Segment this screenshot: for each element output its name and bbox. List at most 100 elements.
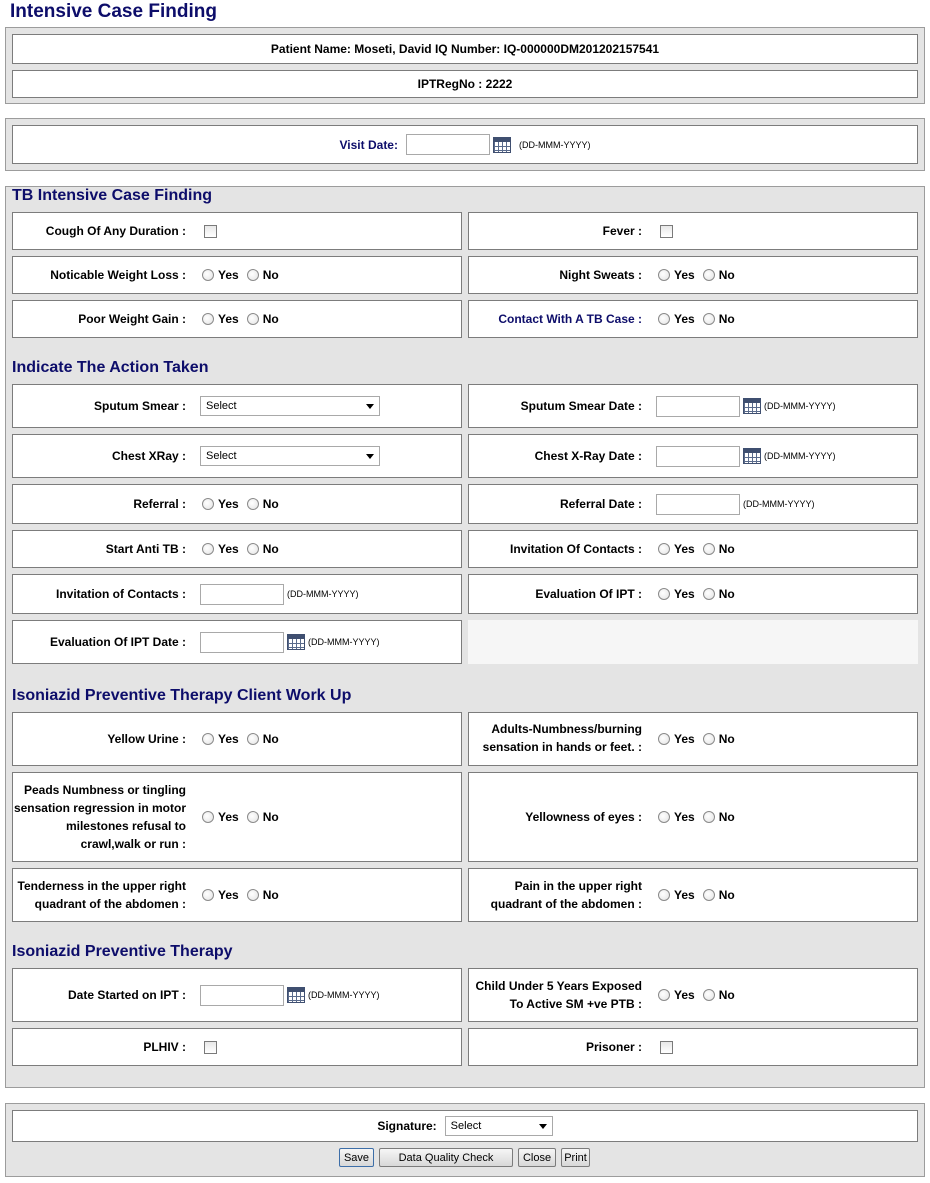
yellow-urine-yes-radio[interactable] xyxy=(202,733,214,745)
invitation-date-label: Invitation of Contacts : xyxy=(56,587,186,601)
plhiv-label: PLHIV : xyxy=(143,1040,186,1054)
anti-tb-no-radio[interactable] xyxy=(246,543,259,555)
tenderness-yes-radio[interactable] xyxy=(202,889,214,901)
night-sweats-yes-radio[interactable] xyxy=(658,269,670,281)
yes-label: Yes xyxy=(674,810,695,824)
cough-row: Cough Of Any Duration : xyxy=(12,212,462,250)
contact-yes-radio[interactable] xyxy=(658,313,670,325)
visit-date-input[interactable] xyxy=(405,134,490,155)
close-button[interactable]: Close xyxy=(518,1148,556,1167)
weight-loss-no-radio[interactable] xyxy=(246,269,259,281)
eval-ipt-no-radio[interactable] xyxy=(702,588,715,600)
page-title: Intensive Case Finding xyxy=(10,1,217,22)
child-exposed-label-line1: Child Under 5 Years Exposed xyxy=(475,979,642,993)
referral-date-input[interactable] xyxy=(656,493,740,515)
night-sweats-no-radio[interactable] xyxy=(702,269,715,281)
plhiv-row: PLHIV : xyxy=(12,1028,462,1066)
tenderness-no-radio[interactable] xyxy=(246,889,259,901)
no-label: No xyxy=(262,888,279,902)
contact-no-radio[interactable] xyxy=(702,313,715,325)
fever-checkbox[interactable] xyxy=(660,224,673,238)
poor-gain-no-radio[interactable] xyxy=(246,313,259,325)
data-quality-check-button[interactable]: Data Quality Check xyxy=(379,1148,513,1167)
calendar-icon[interactable] xyxy=(287,987,305,1003)
contact-row: Contact With A TB Case : Yes No xyxy=(468,300,918,338)
pain-no-radio[interactable] xyxy=(702,889,715,901)
peads-label-line1: Peads Numbness or tingling xyxy=(23,783,186,797)
no-label: No xyxy=(262,542,279,556)
xray-select[interactable]: Select xyxy=(200,446,380,466)
calendar-icon[interactable] xyxy=(743,448,761,464)
weight-loss-yes-radio[interactable] xyxy=(202,269,214,281)
adults-numbness-yes-radio[interactable] xyxy=(658,733,670,745)
child-exposed-yes-radio[interactable] xyxy=(658,989,670,1001)
cough-checkbox[interactable] xyxy=(204,224,217,238)
xray-date-input[interactable] xyxy=(656,445,740,467)
no-label: No xyxy=(718,587,735,601)
referral-row: Referral : Yes No xyxy=(12,484,462,524)
signature-select[interactable]: Select xyxy=(444,1116,553,1136)
date-format-hint: (DD-MMM-YYYY) xyxy=(287,589,359,599)
yellow-eyes-yes-radio[interactable] xyxy=(658,811,670,823)
yellow-urine-row: Yellow Urine : Yes No xyxy=(12,712,462,766)
no-label: No xyxy=(718,312,735,326)
peads-label-line2: sensation regression in motor xyxy=(13,801,186,815)
yellow-urine-label: Yellow Urine : xyxy=(107,732,186,746)
date-format-hint: (DD-MMM-YYYY) xyxy=(308,990,380,1000)
pain-yes-radio[interactable] xyxy=(658,889,670,901)
peads-yes-radio[interactable] xyxy=(202,811,214,823)
invitation-no-radio[interactable] xyxy=(702,543,715,555)
fever-row: Fever : xyxy=(468,212,918,250)
no-label: No xyxy=(718,268,735,282)
no-label: No xyxy=(262,810,279,824)
no-label: No xyxy=(718,542,735,556)
pain-row: Pain in the upper right quadrant of the … xyxy=(468,868,918,922)
chevron-down-icon xyxy=(366,403,374,409)
child-exposed-label-line2: To Active SM +ve PTB : xyxy=(509,997,642,1011)
invitation-row: Invitation Of Contacts : Yes No xyxy=(468,530,918,568)
signature-select-value: Select xyxy=(450,1120,482,1132)
invitation-date-input[interactable] xyxy=(200,583,284,605)
calendar-icon[interactable] xyxy=(492,136,511,153)
eval-ipt-date-input[interactable] xyxy=(200,631,284,653)
sputum-date-input[interactable] xyxy=(656,395,740,417)
yes-label: Yes xyxy=(674,312,695,326)
referral-no-radio[interactable] xyxy=(246,498,259,510)
no-label: No xyxy=(718,988,735,1002)
anti-tb-yes-radio[interactable] xyxy=(202,543,214,555)
weight-loss-row: Noticable Weight Loss : Yes No xyxy=(12,256,462,294)
poor-gain-yes-radio[interactable] xyxy=(202,313,214,325)
calendar-icon[interactable] xyxy=(287,634,305,650)
sputum-select-value: Select xyxy=(206,400,237,412)
adults-numbness-no-radio[interactable] xyxy=(702,733,715,745)
plhiv-checkbox[interactable] xyxy=(204,1040,217,1054)
yellow-urine-no-radio[interactable] xyxy=(246,733,259,745)
eval-ipt-yes-radio[interactable] xyxy=(658,588,670,600)
invitation-yes-radio[interactable] xyxy=(658,543,670,555)
no-label: No xyxy=(262,732,279,746)
sputum-row: Sputum Smear : Select xyxy=(12,384,462,428)
prisoner-checkbox[interactable] xyxy=(660,1040,673,1054)
yellow-eyes-no-radio[interactable] xyxy=(702,811,715,823)
invitation-date-row: Invitation of Contacts : (DD-MMM-YYYY) xyxy=(12,574,462,614)
anti-tb-row: Start Anti TB : Yes No xyxy=(12,530,462,568)
save-button[interactable]: Save xyxy=(339,1148,374,1167)
no-label: No xyxy=(262,268,279,282)
child-exposed-no-radio[interactable] xyxy=(702,989,715,1001)
date-format-hint: (DD-MMM-YYYY) xyxy=(743,499,815,509)
date-started-input[interactable] xyxy=(200,984,284,1006)
adults-numbness-label-line2: sensation in hands or feet. : xyxy=(482,740,642,754)
yes-label: Yes xyxy=(674,888,695,902)
sputum-select[interactable]: Select xyxy=(200,396,380,416)
chevron-down-icon xyxy=(366,453,374,459)
signature-label: Signature: xyxy=(377,1119,437,1133)
fever-label: Fever : xyxy=(602,224,642,238)
poor-gain-label: Poor Weight Gain : xyxy=(78,312,186,326)
referral-yes-radio[interactable] xyxy=(202,498,214,510)
tenderness-label: Tenderness in the upper right quadrant o… xyxy=(18,877,186,913)
calendar-icon[interactable] xyxy=(743,398,761,414)
peads-no-radio[interactable] xyxy=(246,811,259,823)
print-button[interactable]: Print xyxy=(561,1148,590,1167)
no-label: No xyxy=(718,732,735,746)
chevron-down-icon xyxy=(538,1123,547,1129)
